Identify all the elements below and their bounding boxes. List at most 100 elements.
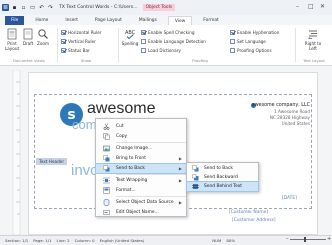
tab-format[interactable]: Format bbox=[197, 16, 224, 25]
tab-insert[interactable]: Insert bbox=[59, 16, 84, 25]
zoom-slider-thumb[interactable] bbox=[304, 237, 306, 242]
submenu-item-send-backward[interactable]: Send Backward bbox=[187, 173, 258, 182]
menu-item-label: Change Image... bbox=[116, 146, 153, 151]
menu-item-cut[interactable]: Cut bbox=[96, 122, 186, 131]
customer-address-field[interactable]: [Customer Address] bbox=[232, 218, 276, 223]
tab-view[interactable]: View bbox=[167, 16, 193, 25]
logo-com: com bbox=[72, 117, 97, 132]
print-layout-icon bbox=[7, 28, 17, 40]
maximize-button[interactable]: □ bbox=[308, 3, 314, 10]
status-zoom-level[interactable]: 80% bbox=[226, 238, 235, 243]
group-show: Show bbox=[80, 58, 92, 63]
status-line: Line: 2 bbox=[56, 238, 70, 243]
tab-home[interactable]: Home bbox=[29, 16, 54, 25]
menu-item-text-wrapping[interactable]: Text Wrapping ▶ bbox=[96, 176, 186, 185]
submenu-arrow-icon: ▶ bbox=[178, 200, 182, 205]
data-source-icon bbox=[103, 199, 110, 206]
horizontal-ruler-checkbox[interactable]: Horizontal Ruler bbox=[61, 30, 102, 35]
submenu-arrow-icon: ▶ bbox=[178, 156, 182, 161]
vertical-ruler-checkbox[interactable]: Vertical Ruler bbox=[61, 39, 96, 44]
group-document-views: Document Views bbox=[13, 58, 45, 63]
status-bar-checkbox[interactable]: Status Bar bbox=[61, 48, 90, 53]
right-to-left-button[interactable]: Right to Left bbox=[302, 28, 324, 51]
menu-item-label: Text Wrapping bbox=[116, 178, 148, 183]
proofing-options-button[interactable]: Proofing Options bbox=[230, 48, 272, 53]
send-to-back-icon bbox=[192, 165, 199, 172]
tab-mailings[interactable]: Mailings bbox=[133, 16, 163, 25]
load-dictionary-checkbox[interactable]: Load Dictionary bbox=[141, 48, 181, 53]
draft-button[interactable]: Draft bbox=[22, 28, 34, 46]
menu-item-format[interactable]: Format... bbox=[96, 186, 186, 195]
send-behind-text-icon bbox=[192, 184, 199, 189]
close-button[interactable]: ✕ bbox=[320, 3, 325, 10]
zoom-in-button[interactable]: + bbox=[327, 236, 331, 242]
menu-item-change-image[interactable]: Change Image... bbox=[96, 144, 186, 153]
ribbon: Print Layout Draft Zoom Document Views H… bbox=[0, 25, 332, 66]
company-address-block: awesome company, LLC 1 Awesome Road NC 2… bbox=[238, 103, 310, 127]
zoom-button[interactable]: Zoom bbox=[37, 28, 49, 46]
text-header-tag: Text Header bbox=[36, 158, 68, 165]
title-bar: ▪ ▫ ▭ ↶ ↷ TX Text Control Words - C:\Use… bbox=[0, 0, 332, 15]
print-layout-button[interactable]: Print Layout bbox=[5, 28, 19, 51]
redo-icon[interactable]: ↷ bbox=[47, 4, 54, 11]
menu-item-label: Edit Object Name... bbox=[116, 210, 159, 215]
submenu-arrow-icon: ▶ bbox=[178, 166, 182, 171]
spelling-label: Spelling bbox=[121, 41, 139, 46]
menu-item-select-object-data-source[interactable]: Select Object Data Source ▶ bbox=[96, 198, 186, 207]
draft-icon bbox=[23, 28, 33, 40]
submenu-item-send-to-back[interactable]: Send to Back bbox=[187, 164, 258, 173]
customer-name-field[interactable]: [Customer Name] bbox=[229, 210, 268, 215]
date-field[interactable]: [DATE] bbox=[282, 196, 297, 201]
logo-word: awesome bbox=[87, 100, 156, 117]
status-language[interactable]: English (United States) bbox=[100, 238, 145, 243]
menu-separator bbox=[116, 196, 186, 197]
send-to-back-icon bbox=[103, 165, 110, 172]
menu-item-copy[interactable]: Copy bbox=[96, 132, 186, 141]
status-page: Page: 1/1 bbox=[33, 238, 52, 243]
submenu-item-send-behind-text[interactable]: Send Behind Text bbox=[186, 181, 259, 192]
menu-item-bring-to-front[interactable]: Bring to Front ▶ bbox=[96, 154, 186, 163]
tab-file[interactable]: File bbox=[5, 16, 25, 25]
window-title: TX Text Control Words - C:\Users... bbox=[59, 5, 138, 10]
submenu-item-label: Send Backward bbox=[204, 175, 238, 180]
menu-item-label: Bring to Front bbox=[116, 156, 146, 161]
undo-icon[interactable]: ↶ bbox=[38, 4, 45, 11]
ribbon-tabs: File Home Insert Page Layout Mailings Vi… bbox=[0, 15, 332, 25]
new-document-icon[interactable]: ▫ bbox=[20, 4, 27, 11]
menu-item-edit-object-name[interactable]: Edit Object Name... bbox=[96, 208, 186, 217]
menu-item-label: Select Object Data Source bbox=[116, 200, 174, 205]
group-proofing: Proofing bbox=[192, 58, 208, 63]
menu-item-label: Copy bbox=[116, 134, 128, 139]
draft-label: Draft bbox=[22, 41, 34, 46]
object-tools-context-label: Object Tools bbox=[142, 4, 176, 11]
open-folder-icon[interactable]: ▭ bbox=[29, 4, 36, 11]
minimize-button[interactable]: – bbox=[296, 3, 299, 10]
enable-spell-checking-checkbox[interactable]: Enable Spell Checking bbox=[141, 30, 195, 35]
vertical-ruler bbox=[12, 70, 21, 235]
context-menu: Cut Copy Change Image... Bring to Front … bbox=[95, 118, 187, 217]
enable-hyphenation-checkbox[interactable]: Enable Hyphenation bbox=[230, 30, 279, 35]
svg-text:ABC: ABC bbox=[125, 30, 136, 36]
group-text-layout: Text Layout bbox=[303, 58, 325, 63]
enable-language-detection-checkbox[interactable]: Enable Language Detection bbox=[141, 39, 206, 44]
change-image-icon bbox=[103, 145, 110, 152]
copy-icon bbox=[103, 133, 110, 140]
menu-item-label: Format... bbox=[116, 188, 136, 193]
send-to-back-submenu: Send to Back Send Backward Send Behind T… bbox=[186, 162, 259, 192]
zoom-icon bbox=[38, 29, 48, 39]
submenu-item-label: Send to Back bbox=[204, 166, 233, 171]
format-icon bbox=[103, 187, 110, 194]
save-icon[interactable]: ▪ bbox=[11, 4, 18, 11]
menu-item-send-to-back[interactable]: Send to Back ▶ bbox=[95, 163, 187, 174]
text-wrapping-icon bbox=[103, 177, 110, 184]
right-to-left-label: Right to Left bbox=[304, 41, 322, 51]
menu-item-label: Cut bbox=[116, 124, 124, 129]
ribbon-separator bbox=[118, 28, 119, 62]
zoom-label: Zoom bbox=[36, 41, 50, 46]
zoom-out-button[interactable]: – bbox=[286, 236, 289, 242]
zoom-slider[interactable] bbox=[290, 239, 326, 240]
ribbon-separator bbox=[57, 28, 58, 62]
tab-page-layout[interactable]: Page Layout bbox=[89, 16, 128, 25]
spelling-button[interactable]: ABC Spelling bbox=[121, 28, 139, 46]
set-language-button[interactable]: Set Language bbox=[230, 39, 266, 44]
